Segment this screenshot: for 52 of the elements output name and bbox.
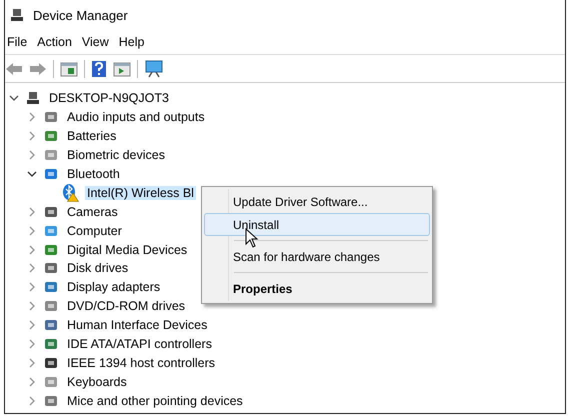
collapsed-chevron-icon[interactable] (27, 150, 37, 160)
window-title: Device Manager (33, 8, 128, 22)
tree-item[interactable]: Disk drives (65, 261, 130, 276)
collapsed-chevron-icon[interactable] (27, 226, 37, 236)
tree-item[interactable]: IDE ATA/ATAPI controllers (65, 337, 214, 352)
collapsed-chevron-icon[interactable] (27, 112, 37, 122)
tree-item[interactable]: DESKTOP-N9QJOT3 (47, 91, 171, 106)
mouse-pointer-icon (245, 228, 259, 248)
context-menu-item[interactable]: Update Driver Software... (204, 190, 430, 213)
tree-item[interactable]: Intel(R) Wireless Bl (85, 186, 196, 200)
computer-icon (25, 90, 41, 106)
tree-item[interactable]: DVD/CD-ROM drives (65, 299, 188, 314)
device-icon (43, 166, 59, 182)
tree-item[interactable]: Cameras (65, 204, 120, 219)
collapsed-chevron-icon[interactable] (27, 282, 37, 292)
computer-icon (9, 7, 25, 23)
expanded-chevron-icon[interactable] (27, 169, 37, 179)
tree-item[interactable]: Computer (65, 224, 124, 238)
tree-item[interactable]: Digital Media Devices (65, 242, 190, 257)
tree-item[interactable]: Biometric devices (65, 148, 167, 162)
context-menu-item[interactable]: Scan for hardware changes (204, 245, 430, 268)
collapsed-chevron-icon[interactable] (27, 396, 37, 406)
help-icon[interactable] (91, 60, 107, 78)
tree-item[interactable]: Batteries (65, 129, 118, 144)
collapsed-chevron-icon[interactable] (27, 244, 37, 255)
collapsed-chevron-icon[interactable] (27, 339, 37, 350)
forward-arrow-icon[interactable] (29, 60, 47, 76)
tree-item[interactable]: Keyboards (65, 374, 129, 389)
context-menu-item[interactable]: Uninstall (204, 213, 430, 236)
menu-item[interactable]: View (80, 33, 115, 51)
context-menu-item[interactable]: Properties (204, 277, 430, 300)
collapsed-chevron-icon[interactable] (27, 376, 37, 387)
collapsed-chevron-icon[interactable] (27, 131, 37, 142)
back-arrow-icon[interactable] (5, 60, 23, 76)
tree-item[interactable]: Audio inputs and outputs (65, 110, 207, 124)
tree-item[interactable]: Mice and other pointing devices (65, 394, 245, 408)
properties-icon[interactable] (60, 60, 78, 76)
monitor-icon[interactable] (144, 60, 164, 78)
tree-item[interactable]: Display adapters (65, 280, 162, 294)
collapsed-chevron-icon[interactable] (27, 263, 37, 274)
expanded-chevron-icon[interactable] (9, 93, 19, 104)
menu-item[interactable]: Help (116, 33, 150, 51)
tree-item[interactable]: IEEE 1394 host controllers (65, 356, 217, 370)
update-driver-icon[interactable] (113, 60, 131, 76)
collapsed-chevron-icon[interactable] (27, 301, 37, 312)
collapsed-chevron-icon[interactable] (27, 358, 37, 368)
collapsed-chevron-icon[interactable] (27, 320, 37, 330)
tree-item[interactable]: Bluetooth (65, 167, 122, 181)
tree-item[interactable]: Human Interface Devices (65, 318, 210, 332)
collapsed-chevron-icon[interactable] (27, 206, 37, 217)
menu-item[interactable]: File (5, 33, 34, 51)
menu-item[interactable]: Action (35, 33, 78, 51)
